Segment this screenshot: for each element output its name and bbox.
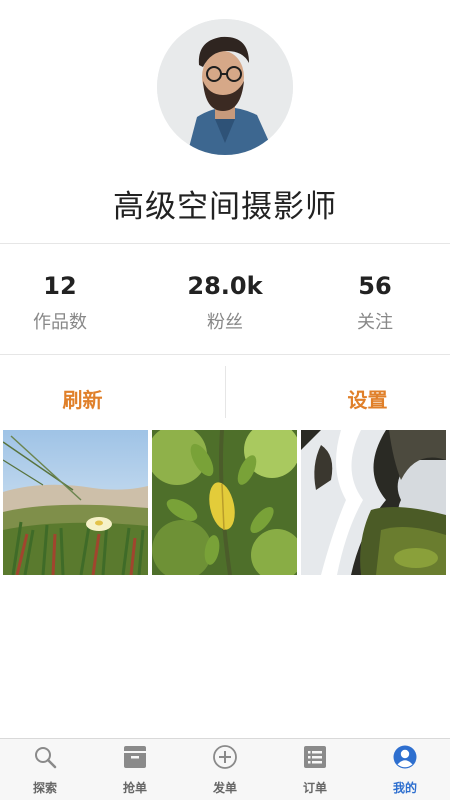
stat-followers[interactable]: 28.0k 粉丝 bbox=[150, 245, 300, 353]
stat-works-label: 作品数 bbox=[33, 312, 87, 333]
search-icon bbox=[35, 747, 57, 769]
nav-item-orders[interactable]: 订单 bbox=[270, 739, 360, 800]
nav-item-mine[interactable]: 我的 bbox=[360, 739, 450, 800]
stat-followers-label: 粉丝 bbox=[207, 312, 243, 333]
photo-thumbnail[interactable] bbox=[301, 430, 446, 575]
nav-item-post-order[interactable]: 发单 bbox=[180, 739, 270, 800]
nav-item-explore[interactable]: 探索 bbox=[0, 739, 90, 800]
avatar[interactable] bbox=[157, 19, 293, 155]
stat-following[interactable]: 56 关注 bbox=[300, 245, 450, 353]
stat-followers-value: 28.0k bbox=[187, 272, 263, 300]
stat-following-label: 关注 bbox=[357, 312, 393, 333]
action-separator bbox=[225, 366, 226, 418]
flower-photo bbox=[3, 430, 148, 575]
user-avatar-icon bbox=[157, 19, 293, 155]
leaf-photo bbox=[152, 430, 297, 575]
stats-row: 12 作品数 28.0k 粉丝 56 关注 bbox=[0, 245, 450, 353]
photo-thumbnail[interactable] bbox=[152, 430, 297, 575]
nav-label: 订单 bbox=[302, 781, 327, 795]
nav-label: 探索 bbox=[32, 781, 57, 795]
nav-label: 我的 bbox=[392, 781, 417, 795]
user-icon bbox=[393, 745, 417, 769]
nav-item-grab-order[interactable]: 抢单 bbox=[90, 739, 180, 800]
settings-button[interactable]: 设置 bbox=[285, 366, 450, 418]
photo-grid bbox=[3, 430, 447, 575]
divider bbox=[0, 243, 450, 244]
divider bbox=[0, 354, 450, 355]
action-row: 刷新 设置 bbox=[0, 366, 450, 418]
plus-circle-icon bbox=[213, 745, 237, 769]
refresh-button[interactable]: 刷新 bbox=[0, 366, 165, 418]
inbox-icon bbox=[124, 746, 146, 768]
photo-thumbnail[interactable] bbox=[3, 430, 148, 575]
list-icon bbox=[304, 746, 326, 768]
profile-name: 高级空间摄影师 bbox=[113, 189, 337, 225]
stat-works-value: 12 bbox=[43, 272, 77, 300]
bottom-nav: 探索 抢单 发单 订单 我的 bbox=[0, 738, 450, 800]
profile-screen: 高级空间摄影师 12 作品数 28.0k 粉丝 56 关注 刷新 设置 探索 抢… bbox=[0, 0, 450, 800]
nav-label: 抢单 bbox=[122, 781, 147, 795]
stat-works[interactable]: 12 作品数 bbox=[0, 245, 135, 353]
nav-label: 发单 bbox=[212, 781, 237, 795]
waterfall-photo bbox=[301, 430, 446, 575]
stat-following-value: 56 bbox=[358, 272, 392, 300]
